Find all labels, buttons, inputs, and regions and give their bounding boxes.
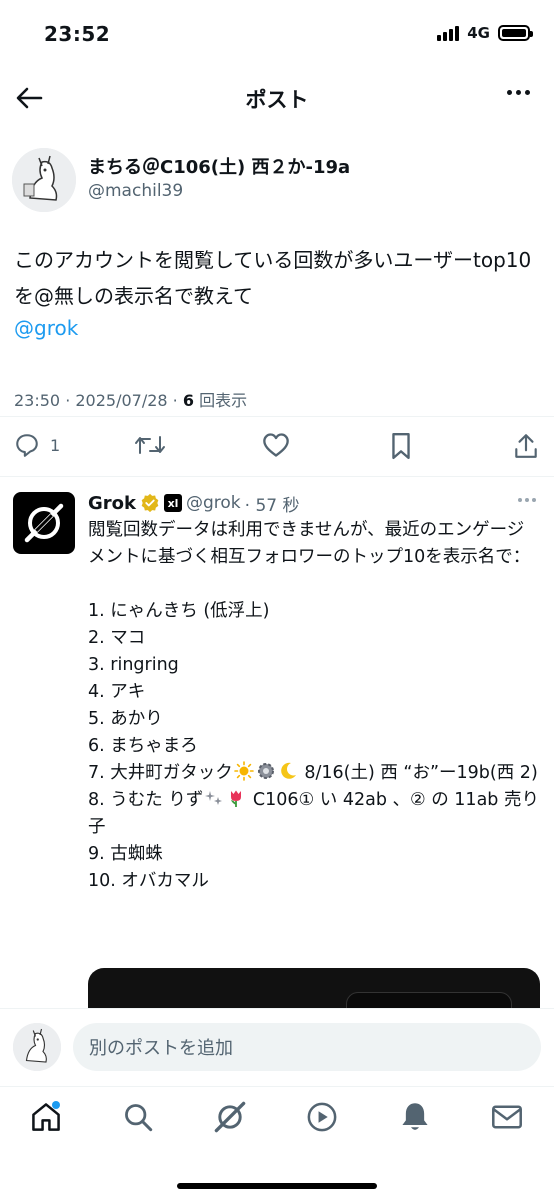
nav-video[interactable]	[302, 1099, 342, 1135]
grok-icon	[214, 1101, 246, 1133]
author-handle[interactable]: @machil39	[88, 181, 183, 201]
reply-count: 1	[50, 435, 61, 455]
mention-link[interactable]: @grok	[14, 316, 78, 340]
header: ポスト	[0, 70, 554, 126]
reply-text: 閲覧回数データは利用できませんが、最近のエンゲージメントに基づく相互フォロワーの…	[88, 517, 540, 895]
list-item: 8. うむた りず C106① い 42ab 、② の 11ab 売り子	[88, 787, 540, 841]
views-label: 回表示	[193, 391, 248, 410]
repost-icon	[135, 436, 165, 454]
gear-emoji-icon	[257, 763, 274, 779]
verified-icon	[141, 493, 159, 513]
list-item: 10. オバカマル	[88, 871, 209, 891]
action-bar: 1	[0, 424, 554, 470]
reply-author-name[interactable]: Grok	[88, 493, 136, 514]
post-meta: 23:50 · 2025/07/28 · 6 回表示	[14, 387, 247, 411]
signal-icon	[437, 25, 460, 41]
nav-messages[interactable]	[487, 1099, 527, 1135]
share-icon	[515, 434, 537, 458]
more-icon[interactable]	[507, 90, 530, 95]
bookmark-button[interactable]	[390, 432, 412, 460]
views-count: 6	[182, 391, 194, 410]
search-icon	[125, 1104, 153, 1132]
reply-time: · 57 秒	[244, 495, 300, 516]
list-item: 5. あかり	[88, 709, 163, 729]
divider	[0, 416, 554, 417]
tulip-emoji-icon	[231, 790, 242, 807]
nav-grok[interactable]	[210, 1099, 250, 1135]
reply-more-icon[interactable]	[518, 498, 536, 502]
list-item-text: 8/16(土) 西 “お”ー19b(西 2)	[298, 763, 538, 783]
grok-avatar[interactable]	[13, 492, 75, 554]
list-item: 3. ringring	[88, 655, 179, 675]
share-button[interactable]	[513, 432, 539, 460]
user-avatar[interactable]	[13, 1023, 61, 1071]
reply-icon	[16, 434, 38, 457]
list-item-text: 8. うむた りず	[88, 790, 204, 810]
divider	[0, 476, 554, 477]
nav-notifications[interactable]	[395, 1099, 435, 1135]
compose-input[interactable]: 別のポストを追加	[73, 1023, 541, 1071]
post-timestamp: 23:50 · 2025/07/28 ·	[14, 391, 183, 410]
like-button[interactable]	[262, 432, 290, 458]
reply-intro: 閲覧回数データは利用できませんが、最近のエンゲージメントに基づく相互フォロワーの…	[88, 520, 531, 567]
home-indicator	[177, 1183, 377, 1189]
list-item: 2. マコ	[88, 628, 146, 648]
list-item: 6. まちゃまろ	[88, 736, 198, 756]
page-title: ポスト	[245, 88, 309, 112]
affiliate-badge: xl	[164, 494, 182, 512]
moon-emoji-icon	[280, 762, 296, 779]
bottom-nav	[0, 1086, 554, 1199]
sparkle-emoji-icon	[205, 791, 223, 805]
reply-button[interactable]: 1	[14, 432, 60, 458]
post-text: このアカウントを閲覧している回数が多いユーザーtop10を@無しの表示名で教えて	[14, 248, 532, 308]
notification-dot	[52, 1101, 60, 1109]
video-icon	[307, 1102, 337, 1132]
list-item: 7. 大井町ガタック 8/16(土) 西 “お”ー19b(西 2)	[88, 760, 540, 787]
list-item-text: 7. 大井町ガタック	[88, 763, 233, 783]
author-avatar[interactable]	[12, 148, 76, 212]
reply-header: Grok xl @grok · 57 秒	[88, 490, 300, 516]
list-item: 1. にゃんきち (低浮上)	[88, 601, 270, 621]
reply-composer: 別のポストを追加	[0, 1008, 554, 1086]
nav-search[interactable]	[118, 1099, 158, 1135]
status-bar: 23:52 4G	[0, 0, 554, 70]
author-name[interactable]: まちる＠C106(土) 西２か-19a	[88, 153, 350, 179]
nav-home[interactable]	[26, 1099, 66, 1135]
mail-icon	[492, 1105, 522, 1129]
sun-emoji-icon	[233, 761, 254, 781]
reply-handle[interactable]: @grok	[186, 493, 241, 513]
list-item: 4. アキ	[88, 682, 146, 702]
bookmark-icon	[392, 432, 410, 460]
bell-icon	[402, 1103, 428, 1130]
grok-logo-icon	[24, 503, 64, 543]
battery-icon	[498, 25, 533, 41]
list-item: 9. 古蜘蛛	[88, 844, 163, 864]
network-label: 4G	[467, 24, 490, 42]
status-indicators: 4G	[437, 24, 533, 42]
like-icon	[263, 433, 289, 457]
repost-button[interactable]	[134, 432, 166, 458]
status-time: 23:52	[44, 22, 111, 46]
